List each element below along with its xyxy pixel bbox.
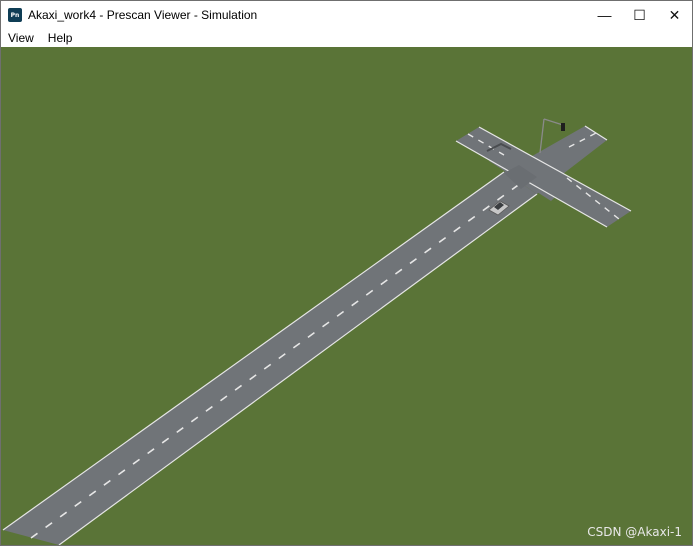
title-bar[interactable]: Pn Akaxi_work4 - Prescan Viewer - Simula… [1, 1, 692, 29]
menu-view[interactable]: View [1, 29, 41, 47]
simulation-viewport[interactable]: CSDN @Akaxi-1 [1, 47, 692, 545]
maximize-button[interactable]: ☐ [622, 1, 657, 29]
minimize-button[interactable]: — [587, 1, 622, 29]
prescan-app-icon[interactable]: Pn [8, 8, 22, 22]
scene-render [1, 47, 692, 545]
close-button[interactable]: ✕ [657, 1, 692, 29]
window-title: Akaxi_work4 - Prescan Viewer - Simulatio… [28, 8, 258, 22]
menu-bar: View Help [1, 29, 692, 47]
menu-help[interactable]: Help [41, 29, 80, 47]
application-window: Pn Akaxi_work4 - Prescan Viewer - Simula… [0, 0, 693, 546]
window-controls: — ☐ ✕ [587, 1, 692, 29]
csdn-watermark: CSDN @Akaxi-1 [587, 525, 682, 539]
